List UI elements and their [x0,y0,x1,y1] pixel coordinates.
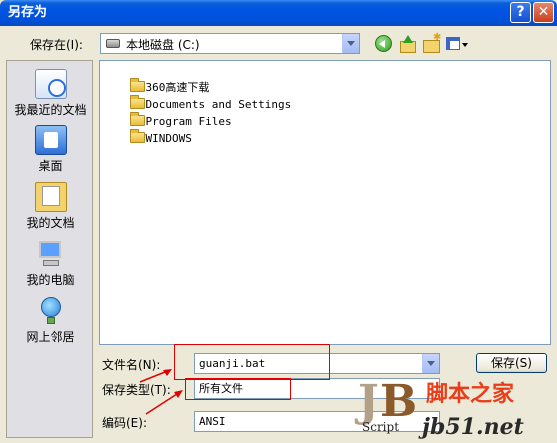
watermark-site-url: jb51.net [422,414,524,440]
annotation-arrow [145,391,181,415]
logo-subtext: Script [362,420,400,434]
watermark-site-name: 脚本之家 [426,382,515,407]
jb51-logo: JB Script [358,376,418,434]
arrowhead [174,390,183,398]
